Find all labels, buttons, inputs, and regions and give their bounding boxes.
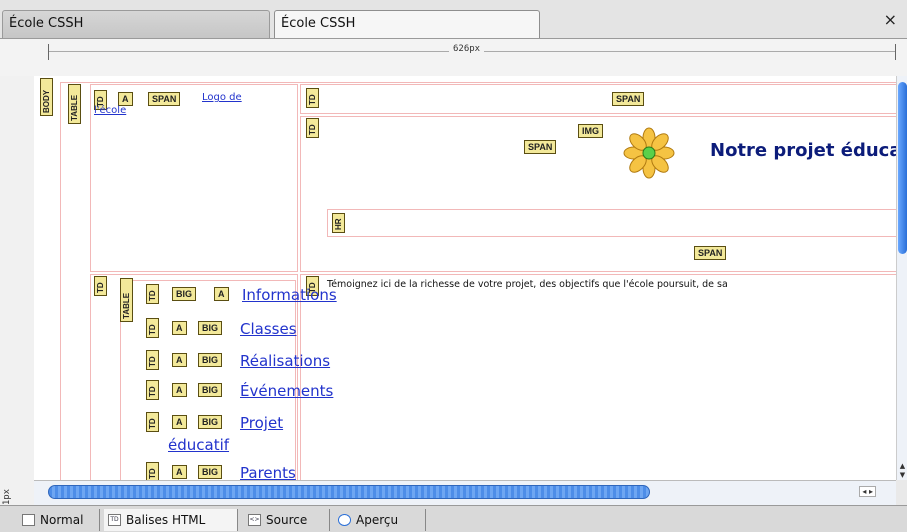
td-tag[interactable]: TD — [146, 318, 159, 338]
view-normal-button[interactable]: Normal — [18, 509, 100, 531]
close-tab-icon[interactable]: × — [884, 10, 897, 29]
body-tag[interactable]: BODY — [40, 78, 53, 116]
big-tag[interactable]: BIG — [198, 383, 223, 397]
big-tag[interactable]: BIG — [198, 353, 223, 367]
page-icon — [22, 514, 35, 526]
span-tag[interactable]: SPAN — [612, 92, 645, 106]
nav-link-projet-line2[interactable]: éducatif — [168, 436, 229, 454]
flower-logo-icon[interactable] — [622, 126, 676, 180]
vertical-scroll-arrows[interactable]: ▲ ▼ — [897, 462, 907, 480]
vertical-scroll-thumb[interactable] — [898, 82, 907, 254]
document-tab-2-active[interactable]: École CSSH — [274, 10, 540, 38]
document-tab-bar: École CSSH École CSSH × — [0, 0, 907, 40]
view-balises-html-button[interactable]: TD Balises HTML — [104, 509, 238, 531]
nav-link-evenements[interactable]: Événements — [240, 382, 333, 400]
td-tag[interactable]: TD — [146, 412, 159, 432]
source-icon: <> — [248, 514, 261, 526]
a-tag[interactable]: A — [118, 92, 133, 106]
big-tag[interactable]: BIG — [198, 465, 223, 479]
horizontal-ruler-area: 626px — [0, 38, 907, 77]
horizontal-scrollbar[interactable]: ◂ ▸ — [34, 480, 896, 505]
span-tag[interactable]: SPAN — [694, 246, 727, 260]
view-source-button[interactable]: <> Source — [244, 509, 330, 531]
td-tag[interactable]: TD — [306, 118, 319, 138]
td-icon: TD — [108, 514, 121, 526]
nav-link-informations[interactable]: Informations — [242, 286, 337, 304]
nav-link-realisations[interactable]: Réalisations — [240, 352, 330, 370]
a-tag[interactable]: A — [172, 465, 187, 479]
view-mode-bar: Normal TD Balises HTML <> Source Aperçu — [0, 505, 907, 532]
td-tag[interactable]: TD — [306, 88, 319, 108]
table-tag[interactable]: TABLE — [68, 84, 81, 124]
nav-link-projet-line1[interactable]: Projet — [240, 414, 283, 432]
span-tag[interactable]: SPAN — [148, 92, 181, 106]
big-tag[interactable]: BIG — [198, 415, 223, 429]
a-tag[interactable]: A — [172, 415, 187, 429]
hr-tag[interactable]: HR — [332, 213, 345, 233]
nav-link-classes[interactable]: Classes — [240, 320, 297, 338]
hr-outline — [327, 209, 896, 237]
logo-link-line1[interactable]: Logo de — [202, 92, 242, 103]
html-tags-canvas[interactable]: BODY TABLE TD TD TD HR TD TABLE TD TD TD… — [34, 76, 896, 480]
table-tag[interactable]: TABLE — [120, 278, 133, 322]
a-tag[interactable]: A — [172, 383, 187, 397]
big-tag[interactable]: BIG — [198, 321, 223, 335]
span-tag[interactable]: SPAN — [524, 140, 557, 154]
project-title[interactable]: Notre projet éducatif — [710, 140, 896, 161]
td-tag[interactable]: TD — [146, 350, 159, 370]
nav-link-parents[interactable]: Parents — [240, 464, 296, 480]
document-tab-1[interactable]: École CSSH — [2, 10, 270, 38]
td-outline-span — [300, 84, 896, 114]
td-outline-content — [300, 274, 896, 480]
big-tag[interactable]: BIG — [172, 287, 197, 301]
vertical-ruler: 571px — [0, 76, 35, 516]
magnifier-icon — [338, 514, 351, 526]
ruler-width-label: 626px — [449, 44, 485, 54]
td-tag[interactable]: TD — [94, 276, 107, 296]
view-apercu-button[interactable]: Aperçu — [334, 509, 426, 531]
logo-link-line2[interactable]: l'école — [94, 105, 126, 116]
a-tag[interactable]: A — [214, 287, 229, 301]
temoignage-text[interactable]: Témoignez ici de la richesse de votre pr… — [327, 279, 728, 290]
horizontal-scroll-thumb[interactable] — [48, 485, 650, 499]
horizontal-scroll-arrows[interactable]: ◂ ▸ — [859, 486, 876, 497]
vertical-scrollbar[interactable]: ▲ ▼ — [896, 76, 907, 480]
horizontal-ruler: 626px — [48, 44, 896, 60]
td-tag[interactable]: TD — [146, 462, 159, 480]
td-tag[interactable]: TD — [146, 284, 159, 304]
td-tag[interactable]: TD — [146, 380, 159, 400]
img-tag[interactable]: IMG — [578, 124, 603, 138]
a-tag[interactable]: A — [172, 353, 187, 367]
a-tag[interactable]: A — [172, 321, 187, 335]
